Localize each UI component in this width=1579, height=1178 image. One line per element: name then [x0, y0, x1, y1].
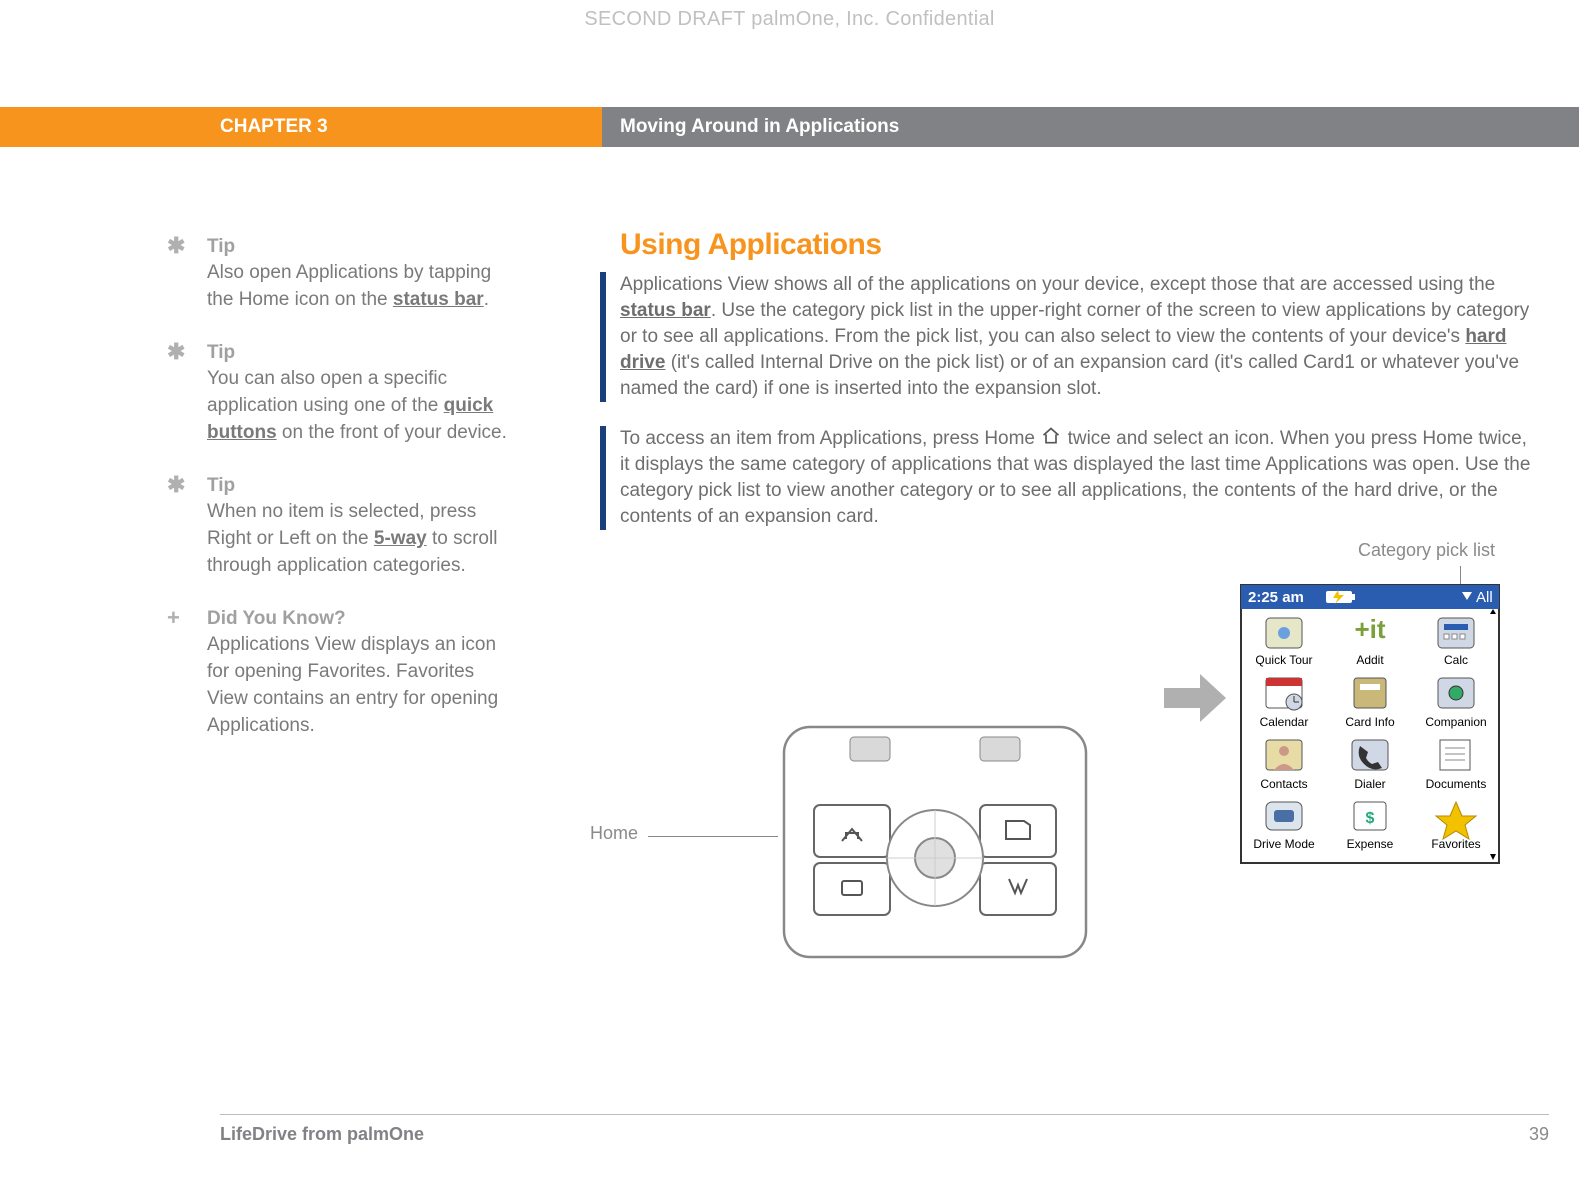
body-text: . Use the category pick list in the uppe… — [620, 300, 1529, 347]
svg-text:+it: +it — [1354, 614, 1385, 644]
tip-label: Tip — [207, 474, 235, 498]
home-icon — [1040, 426, 1062, 446]
dyk-body: Applications View displays an icon for o… — [207, 631, 507, 739]
tip-1: ✱ Tip Also open Applications by tapping … — [167, 235, 507, 313]
tip-body: Also open Applications by tapping the Ho… — [207, 259, 507, 313]
svg-text:Quick Tour: Quick Tour — [1255, 653, 1312, 667]
svg-text:Card Info: Card Info — [1345, 715, 1395, 729]
tip-text: You can also open a specific application… — [207, 368, 447, 416]
svg-text:Companion: Companion — [1425, 715, 1486, 729]
app-calendar: Calendar — [1260, 678, 1309, 729]
body-text: To access an item from Applications, pre… — [620, 428, 1040, 449]
product-name: LifeDrive from palmOne — [220, 1124, 424, 1145]
app-dialer: Dialer — [1352, 740, 1388, 791]
tip-text: on the front of your device. — [277, 422, 507, 443]
section-heading: Using Applications — [620, 228, 1540, 262]
diagram-row: Home Cate — [620, 558, 1540, 868]
asterisk-icon: ✱ — [167, 474, 207, 496]
callout-line — [648, 836, 778, 837]
svg-text:Documents: Documents — [1426, 777, 1487, 791]
tip-label: Tip — [207, 235, 235, 259]
link-status-bar-main[interactable]: status bar — [620, 300, 711, 321]
category-callout-label: Category pick list — [1358, 540, 1495, 561]
tip-2: ✱ Tip You can also open a specific appli… — [167, 341, 507, 446]
svg-text:$: $ — [1366, 810, 1375, 827]
svg-text:All: All — [1476, 589, 1493, 606]
svg-text:Dialer: Dialer — [1354, 777, 1385, 791]
confidential-watermark: SECOND DRAFT palmOne, Inc. Confidential — [0, 8, 1579, 31]
tip-text: . — [484, 289, 489, 310]
svg-text:Drive Mode: Drive Mode — [1253, 837, 1315, 851]
link-5-way[interactable]: 5-way — [374, 528, 427, 549]
tip-body: You can also open a specific application… — [207, 365, 507, 446]
main-content: Using Applications Applications View sho… — [620, 228, 1540, 868]
sidebar-tips: ✱ Tip Also open Applications by tapping … — [167, 235, 507, 767]
applications-screen: 2:25 am All Quick Tour +it Addit — [1240, 584, 1500, 864]
app-contacts: Contacts — [1260, 740, 1307, 791]
did-you-know: + Did You Know? Applications View displa… — [167, 607, 507, 739]
chapter-label: CHAPTER 3 — [0, 107, 602, 147]
plus-icon: + — [167, 607, 207, 629]
asterisk-icon: ✱ — [167, 341, 207, 363]
svg-text:Contacts: Contacts — [1260, 777, 1307, 791]
callout-line — [1460, 566, 1461, 584]
body-text: (it's called Internal Drive on the pick … — [620, 352, 1519, 399]
device-illustration — [780, 723, 1090, 963]
tip-body: When no item is selected, press Right or… — [207, 498, 507, 579]
asterisk-icon: ✱ — [167, 235, 207, 257]
svg-text:Favorites: Favorites — [1431, 837, 1480, 851]
tip-label: Tip — [207, 341, 235, 365]
body-text: Applications View shows all of the appli… — [620, 274, 1495, 295]
arrow-right-icon — [1160, 668, 1230, 728]
page-footer: LifeDrive from palmOne 39 — [220, 1124, 1549, 1145]
page-number: 39 — [1529, 1124, 1549, 1145]
link-status-bar[interactable]: status bar — [393, 289, 484, 310]
dyk-label: Did You Know? — [207, 607, 346, 631]
paragraph-1: Applications View shows all of the appli… — [600, 272, 1540, 402]
tip-3: ✱ Tip When no item is selected, press Ri… — [167, 474, 507, 579]
home-callout-label: Home — [590, 823, 638, 844]
svg-text:Calendar: Calendar — [1260, 715, 1309, 729]
svg-text:Addit: Addit — [1356, 653, 1384, 667]
app-addit: +it Addit — [1354, 614, 1385, 667]
svg-text:Expense: Expense — [1347, 837, 1394, 851]
paragraph-2: To access an item from Applications, pre… — [600, 426, 1540, 530]
chapter-title: Moving Around in Applications — [602, 107, 1579, 147]
svg-text:2:25 am: 2:25 am — [1248, 589, 1304, 606]
chapter-header: CHAPTER 3 Moving Around in Applications — [0, 107, 1579, 147]
svg-text:Calc: Calc — [1444, 653, 1468, 667]
footer-rule — [220, 1114, 1549, 1115]
